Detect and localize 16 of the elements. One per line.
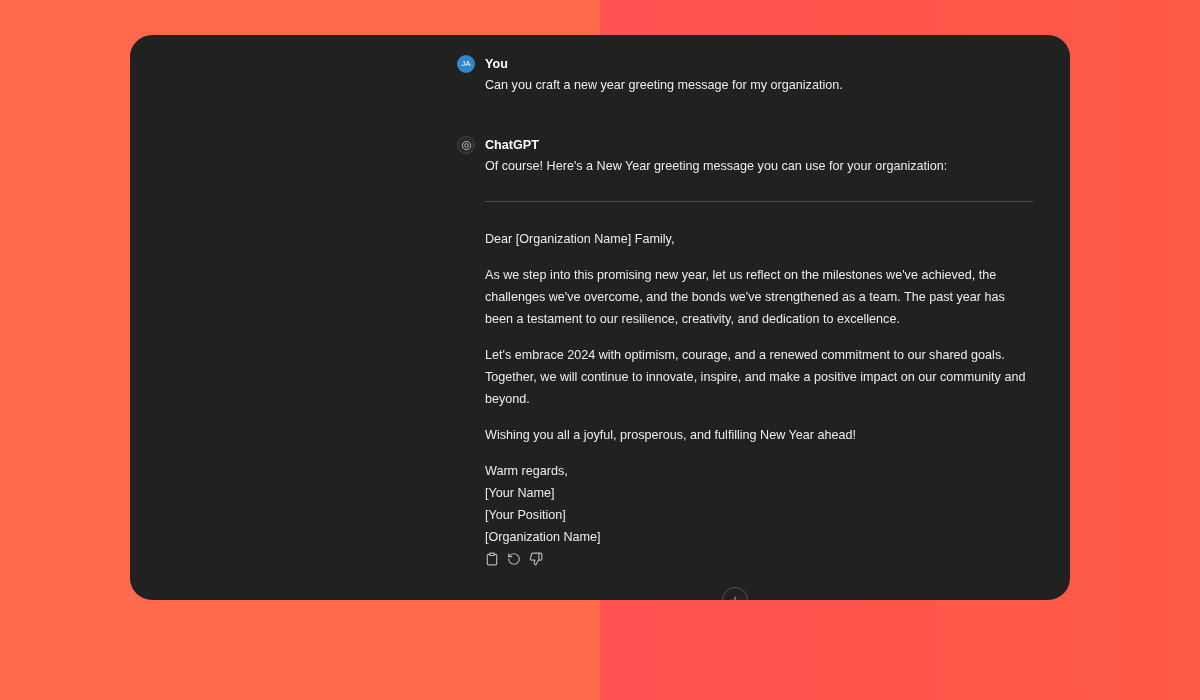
message-paragraph: [Your Position] [485, 507, 567, 524]
message-paragraph: As we step into this promising new year, let us reflect on the milestones we've achieved, the challenges we've overcome, and the bonds we've strengthened as a team. The past year has been a testament to our resilience, creativity, and dedication to excellence. [485, 267, 1006, 328]
message-text: Of course! Here's a New Year greeting message you can use for your organization: [485, 158, 949, 175]
clipboard-icon[interactable] [485, 552, 499, 566]
thumbs-down-icon[interactable] [529, 552, 543, 566]
author-name: ChatGPT [485, 137, 540, 154]
user-avatar: JA [457, 55, 475, 73]
message-paragraph: Let's embrace 2024 with optimism, courage, and a renewed commitment to our shared goals. Together, we will continue to innovate, inspire, and make a positive impact on our community and beyond. [485, 347, 1027, 408]
message-paragraph: Warm regards, [485, 463, 569, 480]
author-name: You [485, 56, 509, 73]
message-paragraph: Dear [Organization Name] Family, [485, 231, 676, 248]
message-paragraph: [Your Name] [485, 485, 556, 502]
message-paragraph: Wishing you all a joyful, prosperous, and fulfilling New Year ahead! [485, 427, 858, 444]
regenerate-icon[interactable] [507, 552, 521, 566]
message-paragraph: [Organization Name] [485, 529, 602, 546]
message-text: Can you craft a new year greeting message for my organization. [485, 77, 844, 94]
